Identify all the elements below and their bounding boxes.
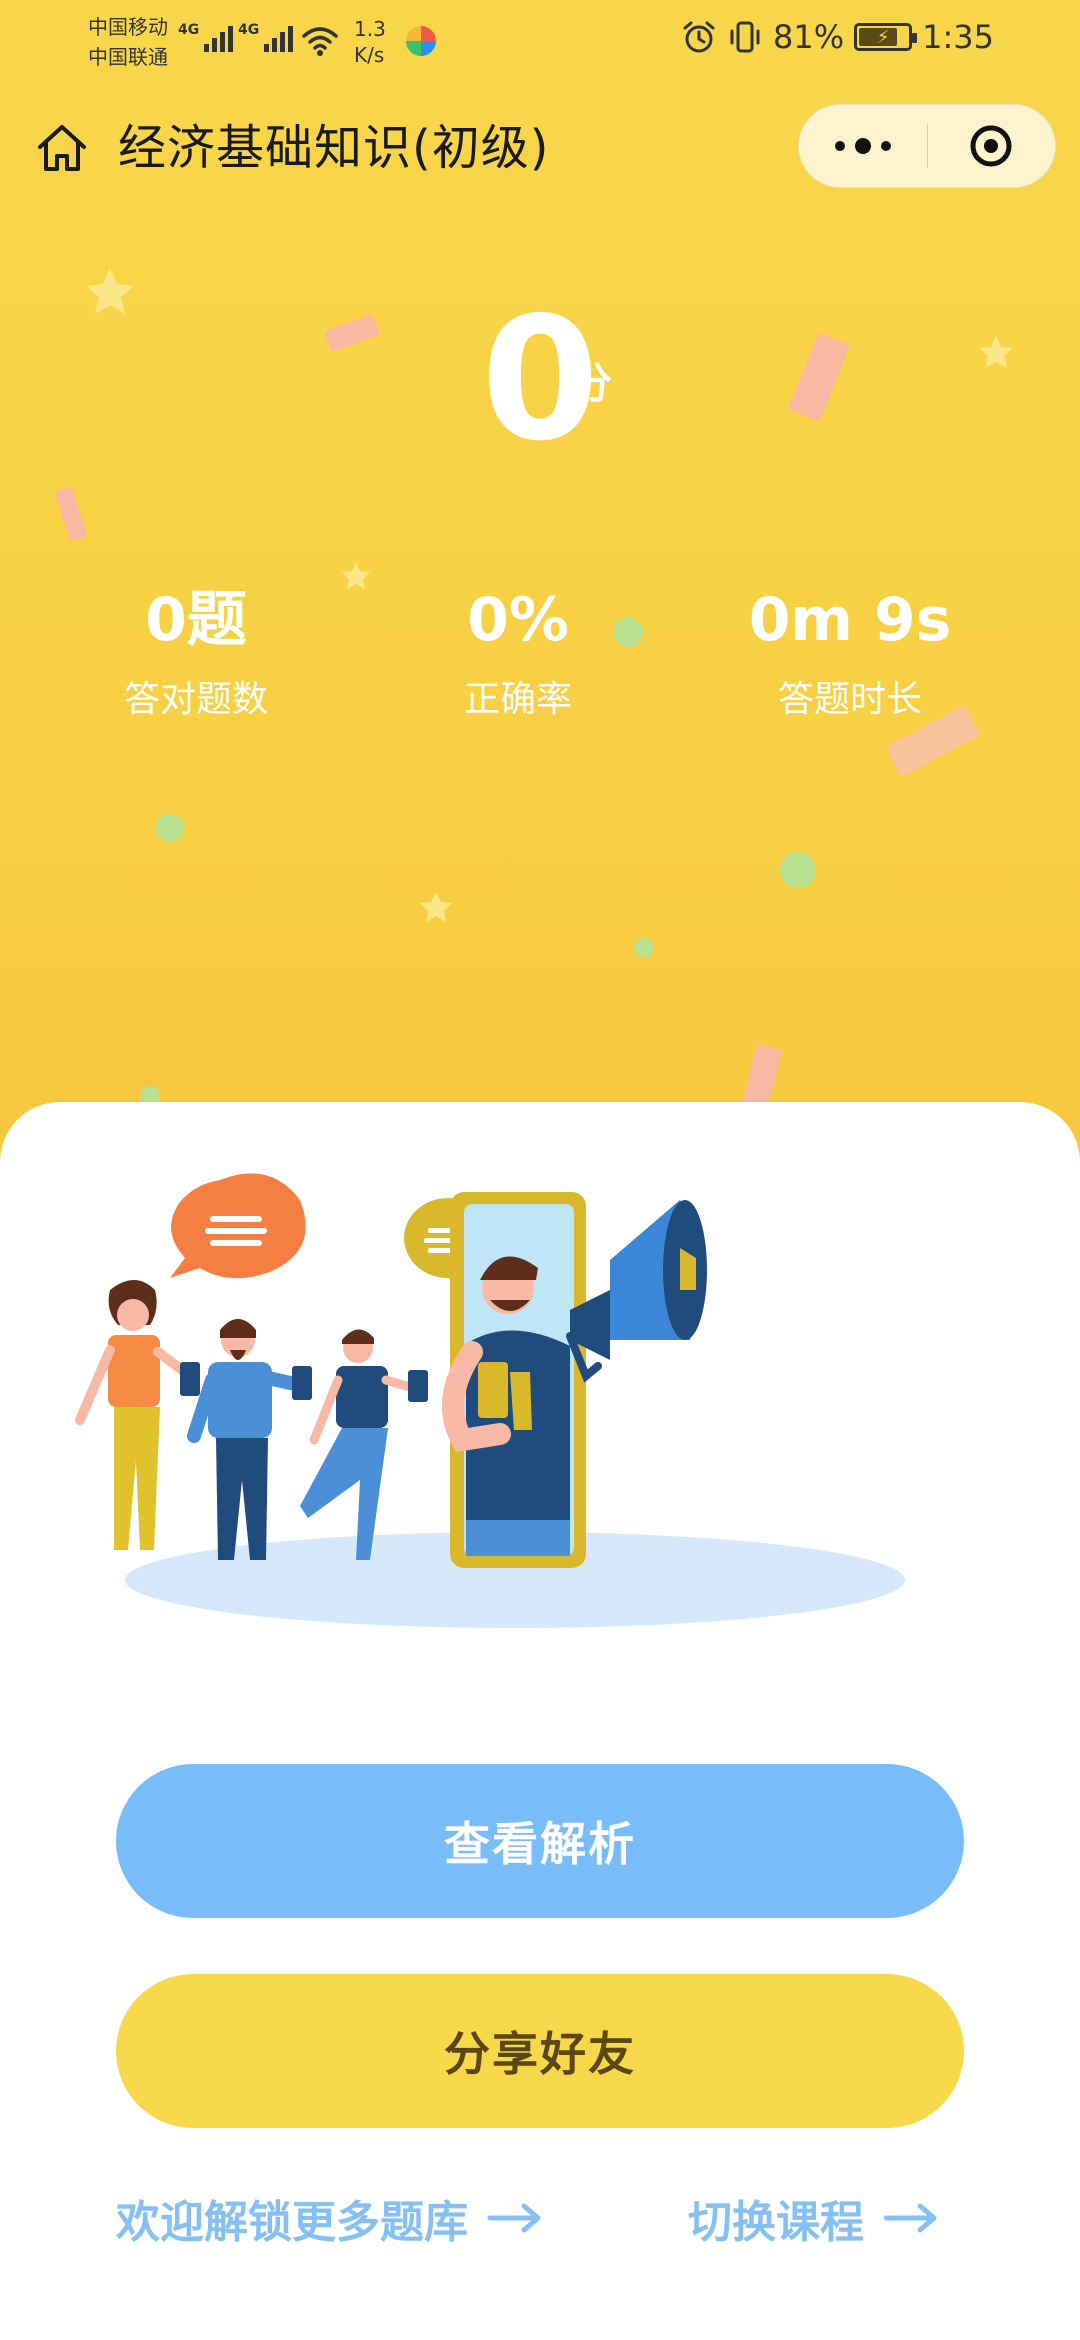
unlock-more-banks-link[interactable]: 欢迎解锁更多题库 — [116, 2186, 546, 2250]
app-notification-icon — [406, 26, 436, 56]
stat-value: 0题 — [145, 585, 247, 655]
bottom-links: 欢迎解锁更多题库 切换课程 — [0, 2186, 1080, 2266]
carrier-names: 中国移动 中国联通 — [88, 12, 168, 72]
mini-program-capsule — [798, 104, 1056, 188]
right-arrow-icon — [883, 2203, 937, 2233]
status-bar: 中国移动 中国联通 4G 4G 1.3 K/s 81% ⚡ 1:35 — [0, 0, 1080, 90]
signal-icon: 4G — [238, 22, 294, 52]
battery-percent: 81% — [773, 18, 845, 56]
vibrate-icon — [730, 21, 760, 53]
share-friends-button[interactable]: 分享好友 — [116, 1974, 964, 2128]
stat-correct-count: 0题 答对题数 — [46, 580, 346, 730]
signal-icon: 4G — [178, 22, 234, 52]
unlock-link-label: 欢迎解锁更多题库 — [116, 2197, 468, 2248]
clock-time: 1:35 — [922, 18, 994, 56]
wifi-icon — [302, 27, 338, 56]
target-close-icon[interactable] — [928, 104, 1056, 188]
stat-label: 正确率 — [463, 679, 572, 720]
stat-duration: 0m 9s 答题时长 — [700, 580, 1000, 730]
view-analysis-button[interactable]: 查看解析 — [116, 1764, 964, 1918]
battery-icon: ⚡ — [854, 23, 918, 51]
charging-bolt-icon: ⚡ — [876, 26, 890, 48]
share-illustration — [75, 1173, 905, 1628]
network-type-2: 4G — [238, 22, 260, 38]
home-icon[interactable] — [34, 120, 90, 176]
stat-value: 0m 9s — [748, 585, 952, 655]
network-speed: 1.3 K/s — [354, 16, 386, 68]
speed-value: 1.3 — [354, 17, 386, 41]
right-arrow-icon — [487, 2203, 541, 2233]
network-type-1: 4G — [178, 22, 200, 38]
result-header: 中国移动 中国联通 4G 4G 1.3 K/s 81% ⚡ 1:35 经济基础知… — [0, 0, 1080, 1180]
score-display: 0 分 — [0, 290, 1080, 470]
stat-value: 0% — [467, 585, 569, 655]
switch-link-label: 切换课程 — [688, 2197, 864, 2248]
stat-accuracy: 0% 正确率 — [368, 580, 668, 730]
stat-label: 答对题数 — [123, 679, 268, 720]
status-right-group: 81% ⚡ 1:35 — [681, 18, 994, 56]
carrier-2: 中国联通 — [88, 45, 168, 69]
carrier-1: 中国移动 — [88, 15, 168, 39]
switch-course-link[interactable]: 切换课程 — [688, 2186, 942, 2250]
page-title: 经济基础知识(初级) — [118, 120, 550, 176]
result-stats: 0题 答对题数 0% 正确率 0m 9s 答题时长 — [0, 580, 1080, 740]
score-unit: 分 — [570, 359, 613, 408]
more-dots-icon[interactable] — [799, 104, 927, 188]
stat-label: 答题时长 — [777, 679, 922, 720]
alarm-icon — [683, 21, 715, 53]
speed-unit: K/s — [354, 43, 385, 67]
navigation-bar: 经济基础知识(初级) — [0, 100, 1080, 196]
